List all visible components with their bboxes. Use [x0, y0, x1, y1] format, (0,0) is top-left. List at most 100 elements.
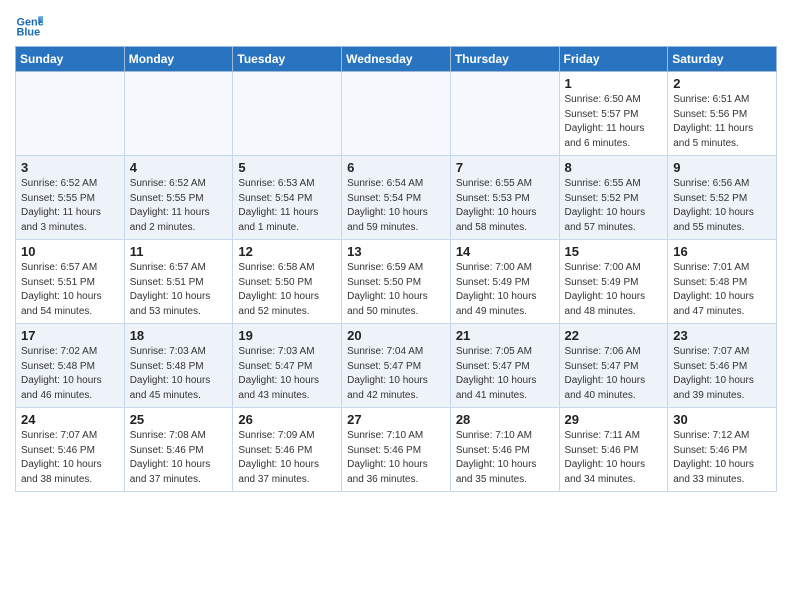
calendar-cell: 28 Sunrise: 7:10 AMSunset: 5:46 PMDayligh…	[450, 408, 559, 492]
calendar-cell: 1 Sunrise: 6:50 AMSunset: 5:57 PMDaylight…	[559, 72, 668, 156]
day-info: Sunrise: 7:11 AMSunset: 5:46 PMDaylight:…	[565, 429, 663, 487]
calendar-cell: 11 Sunrise: 6:57 AMSunset: 5:51 PMDayligh…	[124, 240, 233, 324]
day-number: 21	[456, 328, 554, 343]
calendar-cell: 14 Sunrise: 7:00 AMSunset: 5:49 PMDayligh…	[450, 240, 559, 324]
calendar-cell	[124, 72, 233, 156]
calendar-cell: 27 Sunrise: 7:10 AMSunset: 5:46 PMDayligh…	[342, 408, 451, 492]
calendar-cell: 20Sunrise: 7:04 AMSunset: 5:47 PMDayligh…	[342, 324, 451, 408]
calendar-cell: 24 Sunrise: 7:07 AMSunset: 5:46 PMDayligh…	[16, 408, 125, 492]
day-info: Sunrise: 6:52 AMSunset: 5:55 PMDaylight:…	[21, 177, 119, 235]
day-number: 29	[565, 412, 663, 427]
day-info: Sunrise: 7:02 AMSunset: 5:48 PMDaylight:…	[21, 345, 119, 403]
day-number: 26	[238, 412, 336, 427]
calendar-header: SundayMondayTuesdayWednesdayThursdayFrid…	[16, 47, 777, 72]
calendar-cell: 3 Sunrise: 6:52 AMSunset: 5:55 PMDaylight…	[16, 156, 125, 240]
day-info: Sunrise: 6:57 AMSunset: 5:51 PMDaylight:…	[21, 261, 119, 319]
calendar-cell: 10 Sunrise: 6:57 AMSunset: 5:51 PMDayligh…	[16, 240, 125, 324]
weekday-header-saturday: Saturday	[668, 47, 777, 72]
day-info: Sunrise: 7:10 AMSunset: 5:46 PMDaylight:…	[456, 429, 554, 487]
calendar-cell: 13Sunrise: 6:59 AMSunset: 5:50 PMDayligh…	[342, 240, 451, 324]
calendar-cell: 8 Sunrise: 6:55 AMSunset: 5:52 PMDaylight…	[559, 156, 668, 240]
day-number: 24	[21, 412, 119, 427]
calendar-week-5: 24 Sunrise: 7:07 AMSunset: 5:46 PMDayligh…	[16, 408, 777, 492]
calendar-cell	[450, 72, 559, 156]
day-number: 16	[673, 244, 771, 259]
day-info: Sunrise: 6:58 AMSunset: 5:50 PMDaylight:…	[238, 261, 336, 319]
day-number: 7	[456, 160, 554, 175]
day-info: Sunrise: 6:53 AMSunset: 5:54 PMDaylight:…	[238, 177, 336, 235]
calendar-cell: 5 Sunrise: 6:53 AMSunset: 5:54 PMDaylight…	[233, 156, 342, 240]
day-number: 10	[21, 244, 119, 259]
day-info: Sunrise: 7:05 AMSunset: 5:47 PMDaylight:…	[456, 345, 554, 403]
day-number: 17	[21, 328, 119, 343]
day-info: Sunrise: 7:00 AMSunset: 5:49 PMDaylight:…	[456, 261, 554, 319]
day-info: Sunrise: 6:57 AMSunset: 5:51 PMDaylight:…	[130, 261, 228, 319]
page: General Blue SundayMondayTuesdayWednesda…	[0, 0, 792, 502]
weekday-header-tuesday: Tuesday	[233, 47, 342, 72]
day-info: Sunrise: 7:03 AMSunset: 5:48 PMDaylight:…	[130, 345, 228, 403]
day-number: 22	[565, 328, 663, 343]
day-info: Sunrise: 7:12 AMSunset: 5:46 PMDaylight:…	[673, 429, 771, 487]
weekday-header-row: SundayMondayTuesdayWednesdayThursdayFrid…	[16, 47, 777, 72]
calendar-cell: 26 Sunrise: 7:09 AMSunset: 5:46 PMDayligh…	[233, 408, 342, 492]
calendar-cell: 6 Sunrise: 6:54 AMSunset: 5:54 PMDaylight…	[342, 156, 451, 240]
calendar-cell: 25 Sunrise: 7:08 AMSunset: 5:46 PMDayligh…	[124, 408, 233, 492]
calendar-cell	[16, 72, 125, 156]
day-info: Sunrise: 7:00 AMSunset: 5:49 PMDaylight:…	[565, 261, 663, 319]
header: General Blue	[15, 10, 777, 38]
day-number: 30	[673, 412, 771, 427]
day-number: 15	[565, 244, 663, 259]
calendar-cell: 23Sunrise: 7:07 AMSunset: 5:46 PMDayligh…	[668, 324, 777, 408]
day-number: 2	[673, 76, 771, 91]
day-info: Sunrise: 7:09 AMSunset: 5:46 PMDaylight:…	[238, 429, 336, 487]
calendar-cell: 12 Sunrise: 6:58 AMSunset: 5:50 PMDayligh…	[233, 240, 342, 324]
calendar-cell: 2 Sunrise: 6:51 AMSunset: 5:56 PMDaylight…	[668, 72, 777, 156]
day-number: 27	[347, 412, 445, 427]
calendar-cell: 30 Sunrise: 7:12 AMSunset: 5:46 PMDayligh…	[668, 408, 777, 492]
weekday-header-wednesday: Wednesday	[342, 47, 451, 72]
day-number: 9	[673, 160, 771, 175]
calendar-cell: 19 Sunrise: 7:03 AMSunset: 5:47 PMDayligh…	[233, 324, 342, 408]
weekday-header-thursday: Thursday	[450, 47, 559, 72]
day-number: 23	[673, 328, 771, 343]
day-info: Sunrise: 6:59 AMSunset: 5:50 PMDaylight:…	[347, 261, 445, 319]
day-info: Sunrise: 7:07 AMSunset: 5:46 PMDaylight:…	[21, 429, 119, 487]
day-info: Sunrise: 6:51 AMSunset: 5:56 PMDaylight:…	[673, 93, 771, 151]
day-number: 28	[456, 412, 554, 427]
day-info: Sunrise: 7:01 AMSunset: 5:48 PMDaylight:…	[673, 261, 771, 319]
day-number: 6	[347, 160, 445, 175]
day-number: 3	[21, 160, 119, 175]
logo-icon: General Blue	[15, 10, 43, 38]
day-number: 8	[565, 160, 663, 175]
day-info: Sunrise: 6:54 AMSunset: 5:54 PMDaylight:…	[347, 177, 445, 235]
day-number: 1	[565, 76, 663, 91]
day-info: Sunrise: 6:50 AMSunset: 5:57 PMDaylight:…	[565, 93, 663, 151]
calendar-cell: 18Sunrise: 7:03 AMSunset: 5:48 PMDayligh…	[124, 324, 233, 408]
logo: General Blue	[15, 10, 47, 38]
day-number: 14	[456, 244, 554, 259]
weekday-header-friday: Friday	[559, 47, 668, 72]
calendar-cell: 21 Sunrise: 7:05 AMSunset: 5:47 PMDayligh…	[450, 324, 559, 408]
day-number: 25	[130, 412, 228, 427]
calendar-cell	[233, 72, 342, 156]
day-number: 11	[130, 244, 228, 259]
calendar-cell: 7Sunrise: 6:55 AMSunset: 5:53 PMDaylight…	[450, 156, 559, 240]
day-info: Sunrise: 7:10 AMSunset: 5:46 PMDaylight:…	[347, 429, 445, 487]
day-info: Sunrise: 7:08 AMSunset: 5:46 PMDaylight:…	[130, 429, 228, 487]
calendar-week-2: 3 Sunrise: 6:52 AMSunset: 5:55 PMDaylight…	[16, 156, 777, 240]
day-number: 5	[238, 160, 336, 175]
calendar-cell: 29 Sunrise: 7:11 AMSunset: 5:46 PMDayligh…	[559, 408, 668, 492]
day-info: Sunrise: 6:56 AMSunset: 5:52 PMDaylight:…	[673, 177, 771, 235]
day-info: Sunrise: 7:06 AMSunset: 5:47 PMDaylight:…	[565, 345, 663, 403]
day-info: Sunrise: 6:55 AMSunset: 5:52 PMDaylight:…	[565, 177, 663, 235]
svg-text:Blue: Blue	[17, 27, 41, 38]
day-info: Sunrise: 7:04 AMSunset: 5:47 PMDaylight:…	[347, 345, 445, 403]
day-info: Sunrise: 7:03 AMSunset: 5:47 PMDaylight:…	[238, 345, 336, 403]
calendar-cell: 22 Sunrise: 7:06 AMSunset: 5:47 PMDayligh…	[559, 324, 668, 408]
calendar-body: 1 Sunrise: 6:50 AMSunset: 5:57 PMDaylight…	[16, 72, 777, 492]
day-number: 12	[238, 244, 336, 259]
day-info: Sunrise: 6:52 AMSunset: 5:55 PMDaylight:…	[130, 177, 228, 235]
calendar-cell: 17 Sunrise: 7:02 AMSunset: 5:48 PMDayligh…	[16, 324, 125, 408]
day-number: 19	[238, 328, 336, 343]
calendar-table: SundayMondayTuesdayWednesdayThursdayFrid…	[15, 46, 777, 492]
